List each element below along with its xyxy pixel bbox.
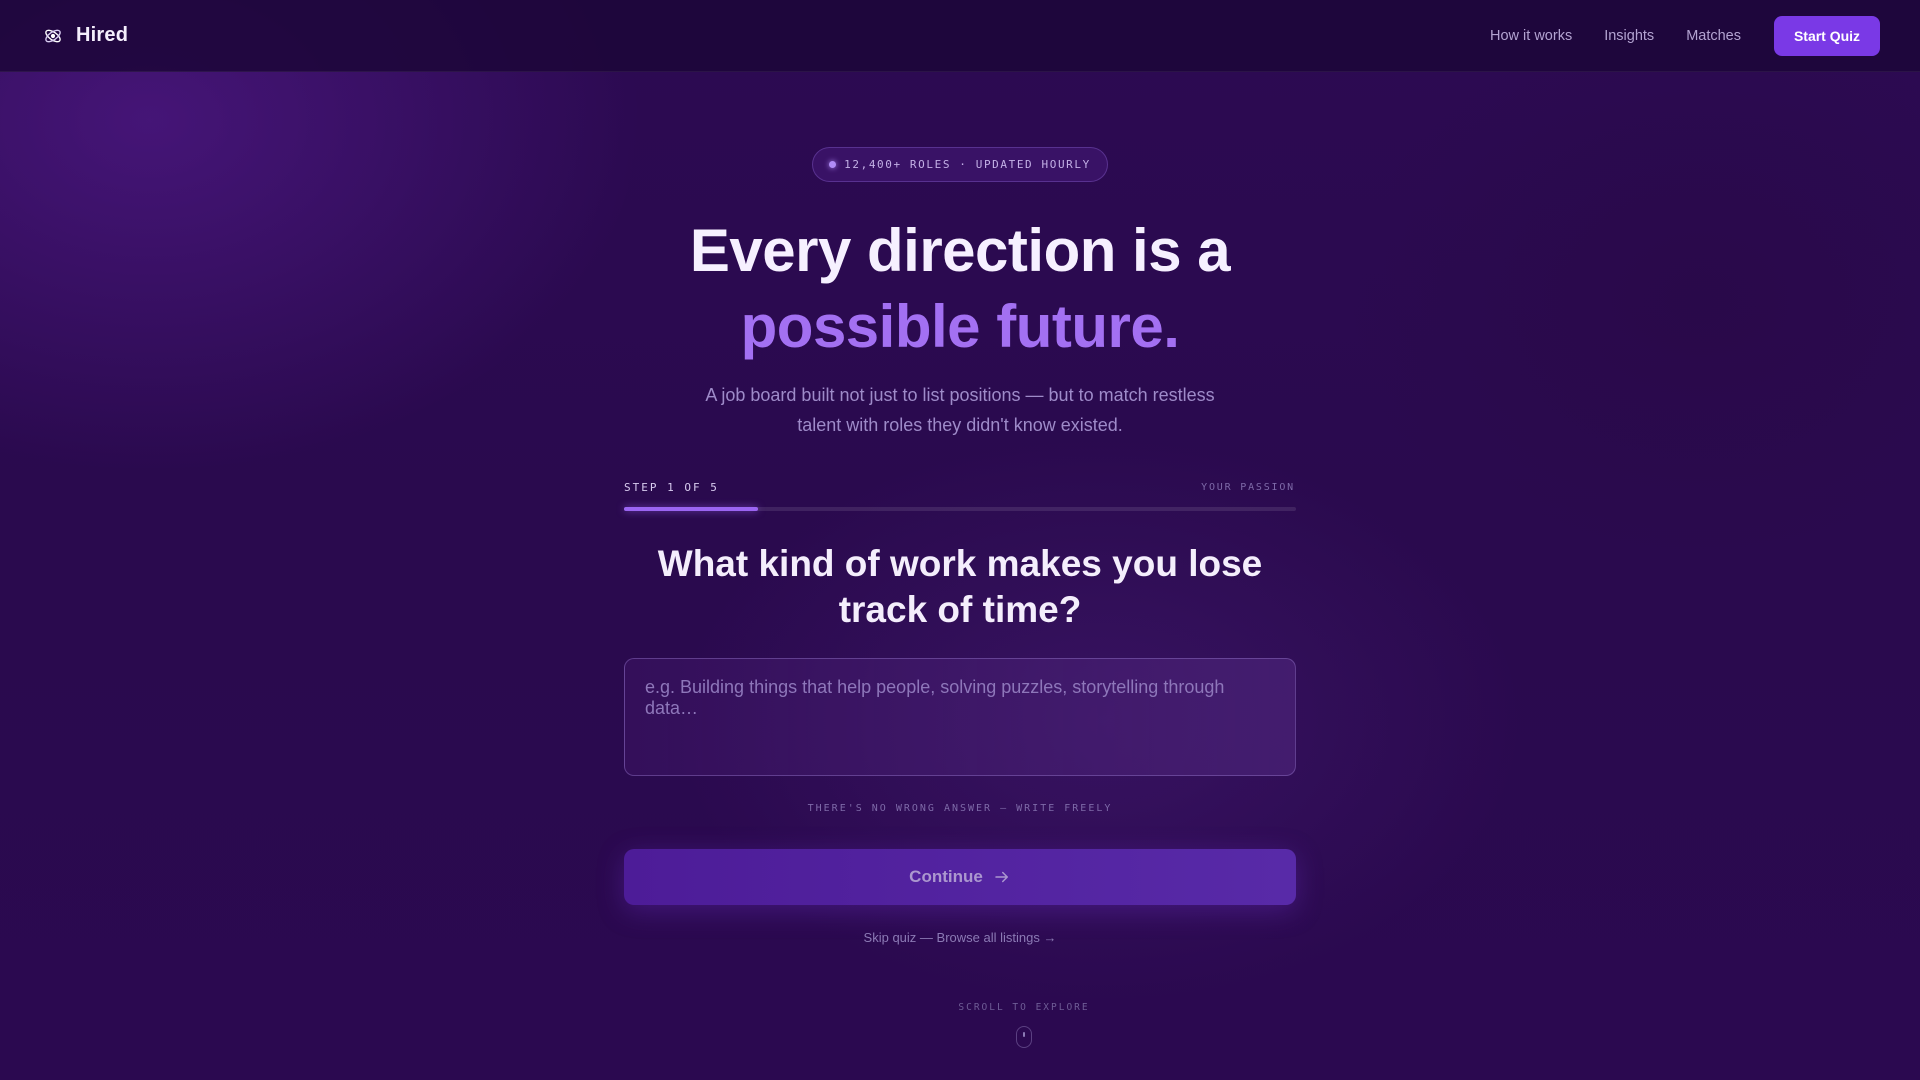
step-topic: YOUR PASSION	[1201, 482, 1295, 493]
continue-button[interactable]: Continue	[624, 849, 1296, 905]
quiz-progress-bar	[624, 507, 1296, 511]
nav-link-matches[interactable]: Matches	[1686, 16, 1741, 56]
hero-title: Every direction is a	[689, 217, 1231, 284]
start-quiz-button[interactable]: Start Quiz	[1774, 16, 1880, 56]
nav-link-insights[interactable]: Insights	[1604, 16, 1654, 56]
mouse-icon[interactable]	[1016, 1026, 1032, 1048]
brand[interactable]: Hired	[42, 24, 128, 47]
hero-subtitle: A job board built not just to list posit…	[705, 385, 1215, 435]
continue-label: Continue	[909, 867, 983, 886]
step-indicator: STEP 1 OF 5	[624, 481, 719, 494]
skip-quiz-link[interactable]: Skip quiz — Browse all listings →	[0, 930, 1920, 945]
arrow-right-icon	[995, 871, 1008, 883]
nav-links: How it works Insights Matches Start Quiz	[1490, 16, 1880, 56]
answer-hint: THERE'S NO WRONG ANSWER — WRITE FREELY	[807, 803, 1113, 814]
page: Hired How it works Insights Matches Star…	[0, 0, 1920, 1080]
brand-name: Hired	[76, 24, 129, 46]
roles-badge: 12,400+ ROLES · UPDATED HOURLY	[812, 147, 1108, 182]
answer-textarea[interactable]	[624, 658, 1296, 776]
quiz-progress-fill	[624, 507, 759, 511]
live-dot-icon	[829, 161, 837, 168]
hero-title-highlight: possible future.	[740, 293, 1180, 360]
orbit-icon	[45, 29, 61, 42]
quiz-question: What kind of work makes you lose track o…	[657, 543, 1263, 630]
scroll-hint: SCROLL TO EXPLORE	[958, 1002, 1090, 1013]
badge-text: 12,400+ ROLES · UPDATED HOURLY	[844, 158, 1091, 171]
nav-link-how-it-works[interactable]: How it works	[1490, 16, 1572, 56]
top-navbar: Hired How it works Insights Matches Star…	[0, 0, 1920, 72]
mouse-wheel-icon	[1023, 1032, 1025, 1037]
